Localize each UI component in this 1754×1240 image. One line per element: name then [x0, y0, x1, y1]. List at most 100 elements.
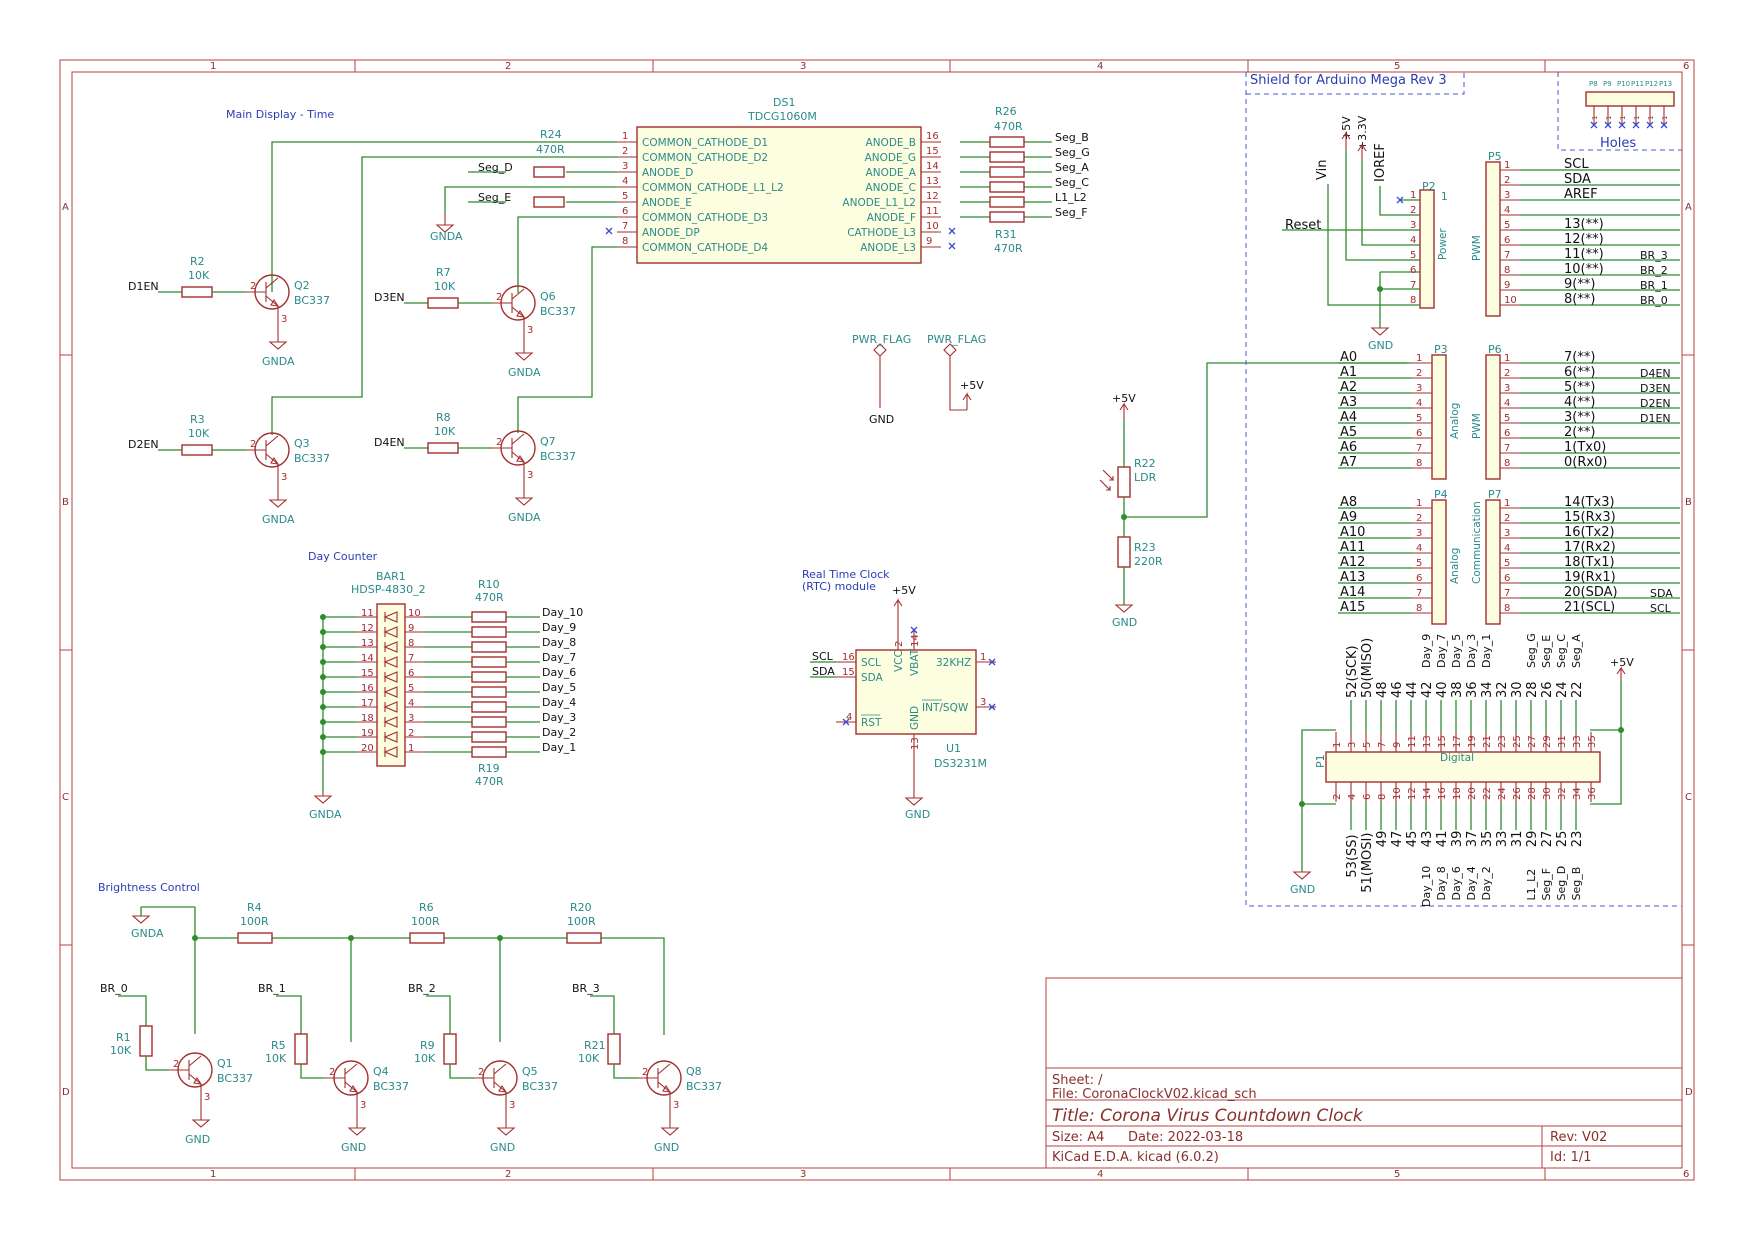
base-wire	[145, 1056, 169, 1071]
header-pin-name: 21(SCL)	[1564, 600, 1615, 615]
bar-net-label: Day_4	[542, 696, 576, 709]
p1-pin-name: 28	[1525, 681, 1540, 698]
ground-icon	[514, 497, 534, 506]
header-body	[1485, 161, 1501, 317]
p1-pin-number: 36	[1587, 787, 1598, 800]
ds1-pin-name: ANODE_DP	[642, 227, 700, 239]
resistor-value: 10K	[434, 280, 456, 293]
pwr-flag-1: PWR_FLAG	[852, 333, 911, 346]
transistor-value: BC337	[373, 1080, 409, 1093]
transistor-emitter	[188, 1073, 202, 1085]
ds1-pin-name: ANODE_A	[866, 167, 917, 179]
hole-pin-number: 1	[1647, 116, 1655, 120]
p1-pin-name: 47	[1390, 831, 1405, 848]
p1-pin-number: 30	[1542, 787, 1553, 800]
r10-ref: R10	[478, 578, 500, 591]
p1-net-label: Day_1	[1480, 634, 1493, 668]
transistor-pin-number: 2	[250, 439, 256, 450]
header-body	[1431, 354, 1447, 480]
resistor-ref: R2	[190, 255, 205, 268]
base-resistor	[181, 286, 213, 298]
resistor-value: 10K	[434, 425, 456, 438]
ds1-pin-number: 14	[926, 161, 939, 172]
hole-pin-number: 1	[1591, 116, 1599, 120]
resistor-bank-r26-r31	[989, 136, 1025, 223]
ds1-pin-name: COMMON_CATHODE_L1_L2	[642, 182, 784, 194]
bar-pin-number: 2	[408, 728, 414, 739]
bar-pin-number: 19	[361, 728, 374, 739]
ds1-pin-number: 1	[622, 131, 628, 142]
bar-resistor	[471, 611, 507, 623]
p1-net-label: Day_6	[1450, 866, 1463, 900]
col-label: 5	[1394, 61, 1400, 72]
r20-value: 100R	[567, 915, 596, 928]
header-label: Analog	[1449, 403, 1461, 439]
col-label: 5	[1394, 1169, 1400, 1180]
ground-label: GNDA	[262, 513, 295, 526]
header-pin-name: 19(Rx1)	[1564, 570, 1616, 585]
row-label: D	[1685, 1087, 1693, 1098]
header-pin-name: 5(**)	[1564, 380, 1595, 395]
transistor-pin-number: 3	[360, 1100, 366, 1111]
p2-pins: 1 2 3 4 5 6 7 8	[1410, 190, 1416, 306]
header-ref: P3	[1434, 343, 1448, 356]
p1-label: Digital	[1440, 752, 1474, 764]
base-resistor	[443, 1033, 457, 1065]
col-label: 3	[800, 61, 806, 72]
header-pin-name: 14(Tx3)	[1564, 495, 1615, 510]
header-pin-name: 11(**)	[1564, 247, 1604, 262]
header-pin-number: 3	[1504, 383, 1510, 394]
row-label: A	[1685, 202, 1692, 213]
header-pin-name: 1(Tx0)	[1564, 440, 1606, 455]
p1-pin-number: 16	[1437, 787, 1448, 800]
rtc-pin-rst: RST	[861, 717, 882, 729]
header-pin-name: A5	[1340, 425, 1357, 440]
header-ref: P7	[1488, 488, 1502, 501]
header-p3: P3 Analog 1 A0 2 A1 3 A2 4 A3 5 A4 6 A5 7 A6 8 A7	[1338, 343, 1461, 480]
ds1-pin-number: 3	[622, 161, 628, 172]
p1-pin-number: 9	[1392, 742, 1403, 748]
p1-net-label: Day_9	[1420, 634, 1433, 668]
transistor-emitter	[657, 1081, 671, 1093]
p1-gnd-label: GND	[1290, 883, 1315, 896]
ground-label: GND	[490, 1141, 515, 1154]
header-net-label: D4EN	[1640, 367, 1671, 380]
ground-icon	[191, 1119, 211, 1128]
p1-pin-name: 35	[1480, 831, 1495, 848]
p1-pin-number: 8	[1377, 794, 1388, 800]
base-wire	[449, 1064, 474, 1079]
transistor-pin-number: 3	[527, 470, 533, 481]
input-net-label: BR_1	[258, 982, 286, 995]
transistor-ref: Q2	[294, 279, 310, 292]
p1-pin-name: 25	[1555, 831, 1570, 848]
note-day-counter: Day Counter	[308, 550, 378, 563]
resistor-seg-d	[533, 166, 565, 178]
p1-pin-number: 27	[1527, 735, 1538, 748]
header-pin-name: AREF	[1564, 187, 1598, 202]
p1-pin-number: 32	[1557, 787, 1568, 800]
p1-pin-number: 3	[1347, 742, 1358, 748]
header-pin-number: 8	[1504, 603, 1510, 614]
p1-pin-name: 32	[1495, 681, 1510, 698]
header-pin-number: 4	[1504, 398, 1510, 409]
transistor-value: BC337	[294, 452, 330, 465]
net-seg-d: Seg_D	[478, 161, 513, 174]
bar-net-label: Day_3	[542, 711, 576, 724]
hole-label: P13	[1659, 80, 1672, 88]
r23-ref: R23	[1134, 541, 1156, 554]
ds1-net-label: Seg_A	[1055, 161, 1089, 174]
header-pin-number: 2	[1504, 175, 1510, 186]
header-net-label: BR_2	[1640, 264, 1668, 277]
transistor-pin-number: 2	[496, 437, 502, 448]
sheet-name: Sheet: /	[1052, 1073, 1103, 1088]
p1-pin-number: 13	[1422, 735, 1433, 748]
pwr-flag-2: PWR_FLAG	[927, 333, 986, 346]
header-pin-number: 7	[1504, 250, 1510, 261]
p1-pin-name: 43	[1420, 831, 1435, 848]
bar-pin-number: 12	[361, 623, 374, 634]
transistor-pin-number: 3	[281, 314, 287, 325]
header-pin-name: 3(**)	[1564, 410, 1595, 425]
ground-icon	[268, 341, 288, 350]
rtc-num-15: 15	[842, 667, 855, 678]
transistor-pin-number: 2	[642, 1067, 648, 1078]
